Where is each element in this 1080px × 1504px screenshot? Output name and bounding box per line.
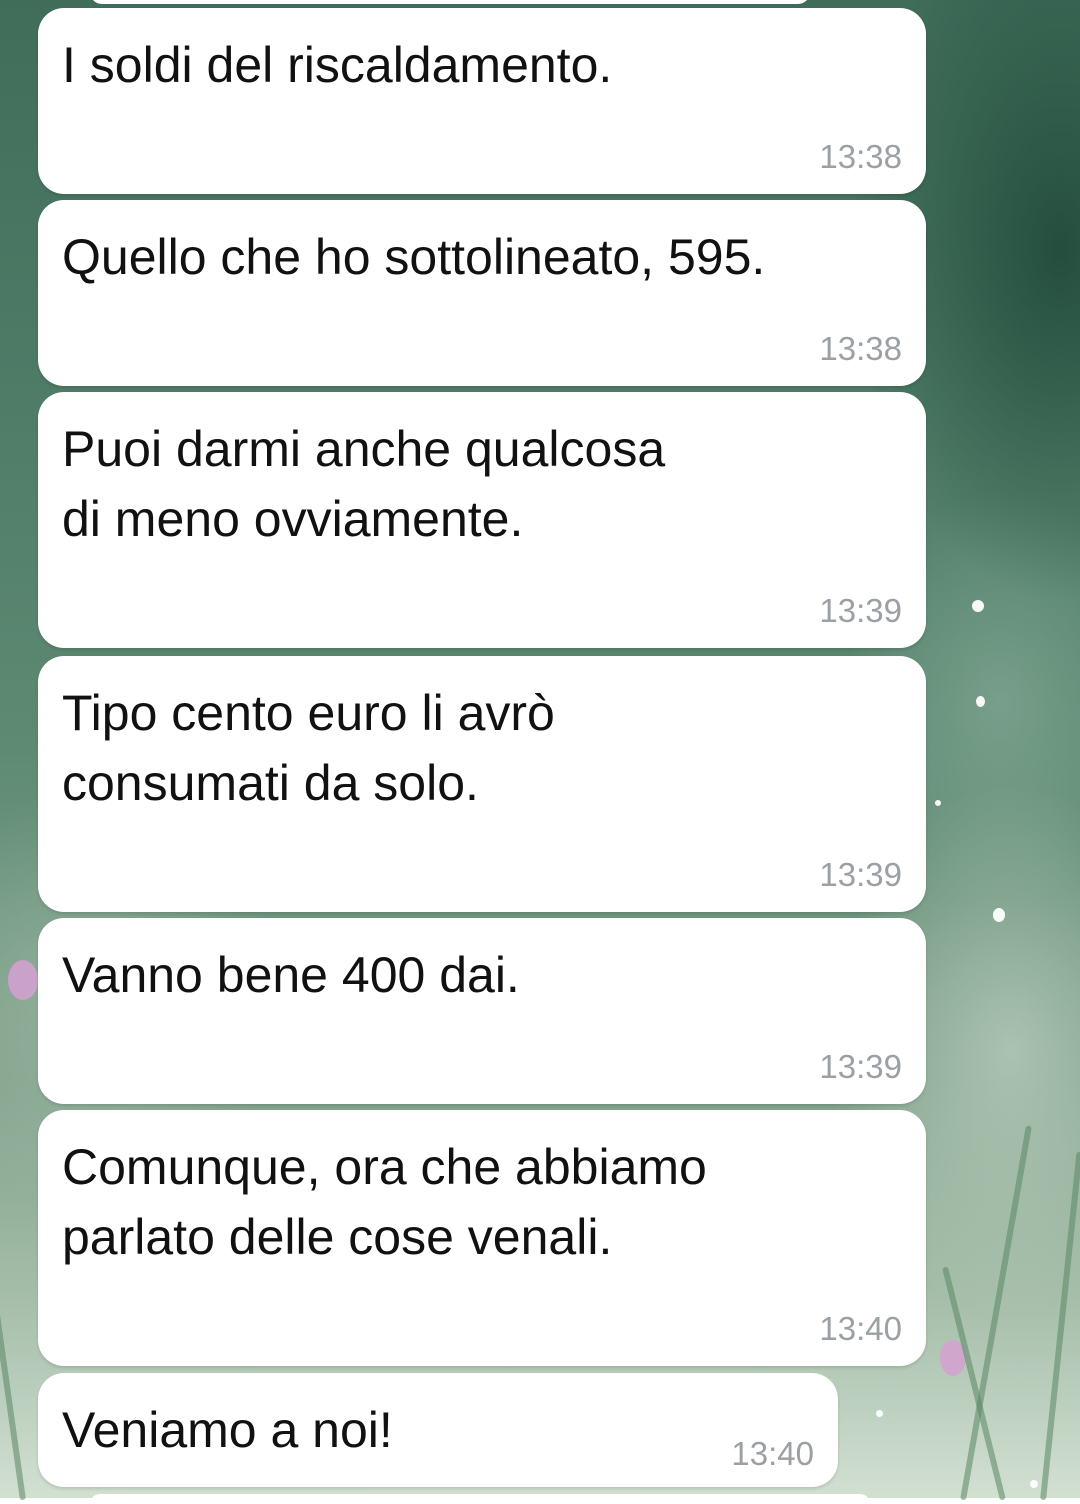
message-text: Comunque, ora che abbiamo parlato delle … xyxy=(62,1139,707,1265)
message-bubble[interactable]: Quello che ho sottolineato, 595. 13:38 xyxy=(38,200,926,386)
message-timestamp: 13:39 xyxy=(819,592,902,629)
message-timestamp: 13:39 xyxy=(819,856,902,893)
message-text: Vanno bene 400 dai. xyxy=(62,947,520,1003)
message-list[interactable]: I soldi del riscaldamento. 13:38 Quello … xyxy=(0,0,1080,1504)
message-bubble[interactable]: Veniamo a noi! 13:40 xyxy=(38,1373,838,1487)
message-text: Quello che ho sottolineato, 595. xyxy=(62,229,766,285)
message-text: I soldi del riscaldamento. xyxy=(62,37,613,93)
message-timestamp: 13:39 xyxy=(819,1048,902,1085)
previous-message-bubble-edge xyxy=(90,0,810,4)
message-timestamp: 13:40 xyxy=(819,1310,902,1347)
message-bubble[interactable]: Tipo cento euro li avrò consumati da sol… xyxy=(38,656,926,912)
message-bubble[interactable]: Puoi darmi anche qualcosa di meno ovviam… xyxy=(38,392,926,648)
message-text: Puoi darmi anche qualcosa di meno ovviam… xyxy=(62,421,666,547)
message-text: Veniamo a noi! xyxy=(62,1402,393,1458)
message-timestamp: 13:40 xyxy=(731,1435,814,1472)
message-bubble[interactable]: Vanno bene 400 dai. 13:39 xyxy=(38,918,926,1104)
next-message-bubble-edge xyxy=(90,1494,870,1504)
message-bubble[interactable]: Comunque, ora che abbiamo parlato delle … xyxy=(38,1110,926,1366)
message-bubble[interactable]: I soldi del riscaldamento. 13:38 xyxy=(38,8,926,194)
message-text: Tipo cento euro li avrò consumati da sol… xyxy=(62,685,555,811)
message-timestamp: 13:38 xyxy=(819,330,902,367)
message-timestamp: 13:38 xyxy=(819,138,902,175)
